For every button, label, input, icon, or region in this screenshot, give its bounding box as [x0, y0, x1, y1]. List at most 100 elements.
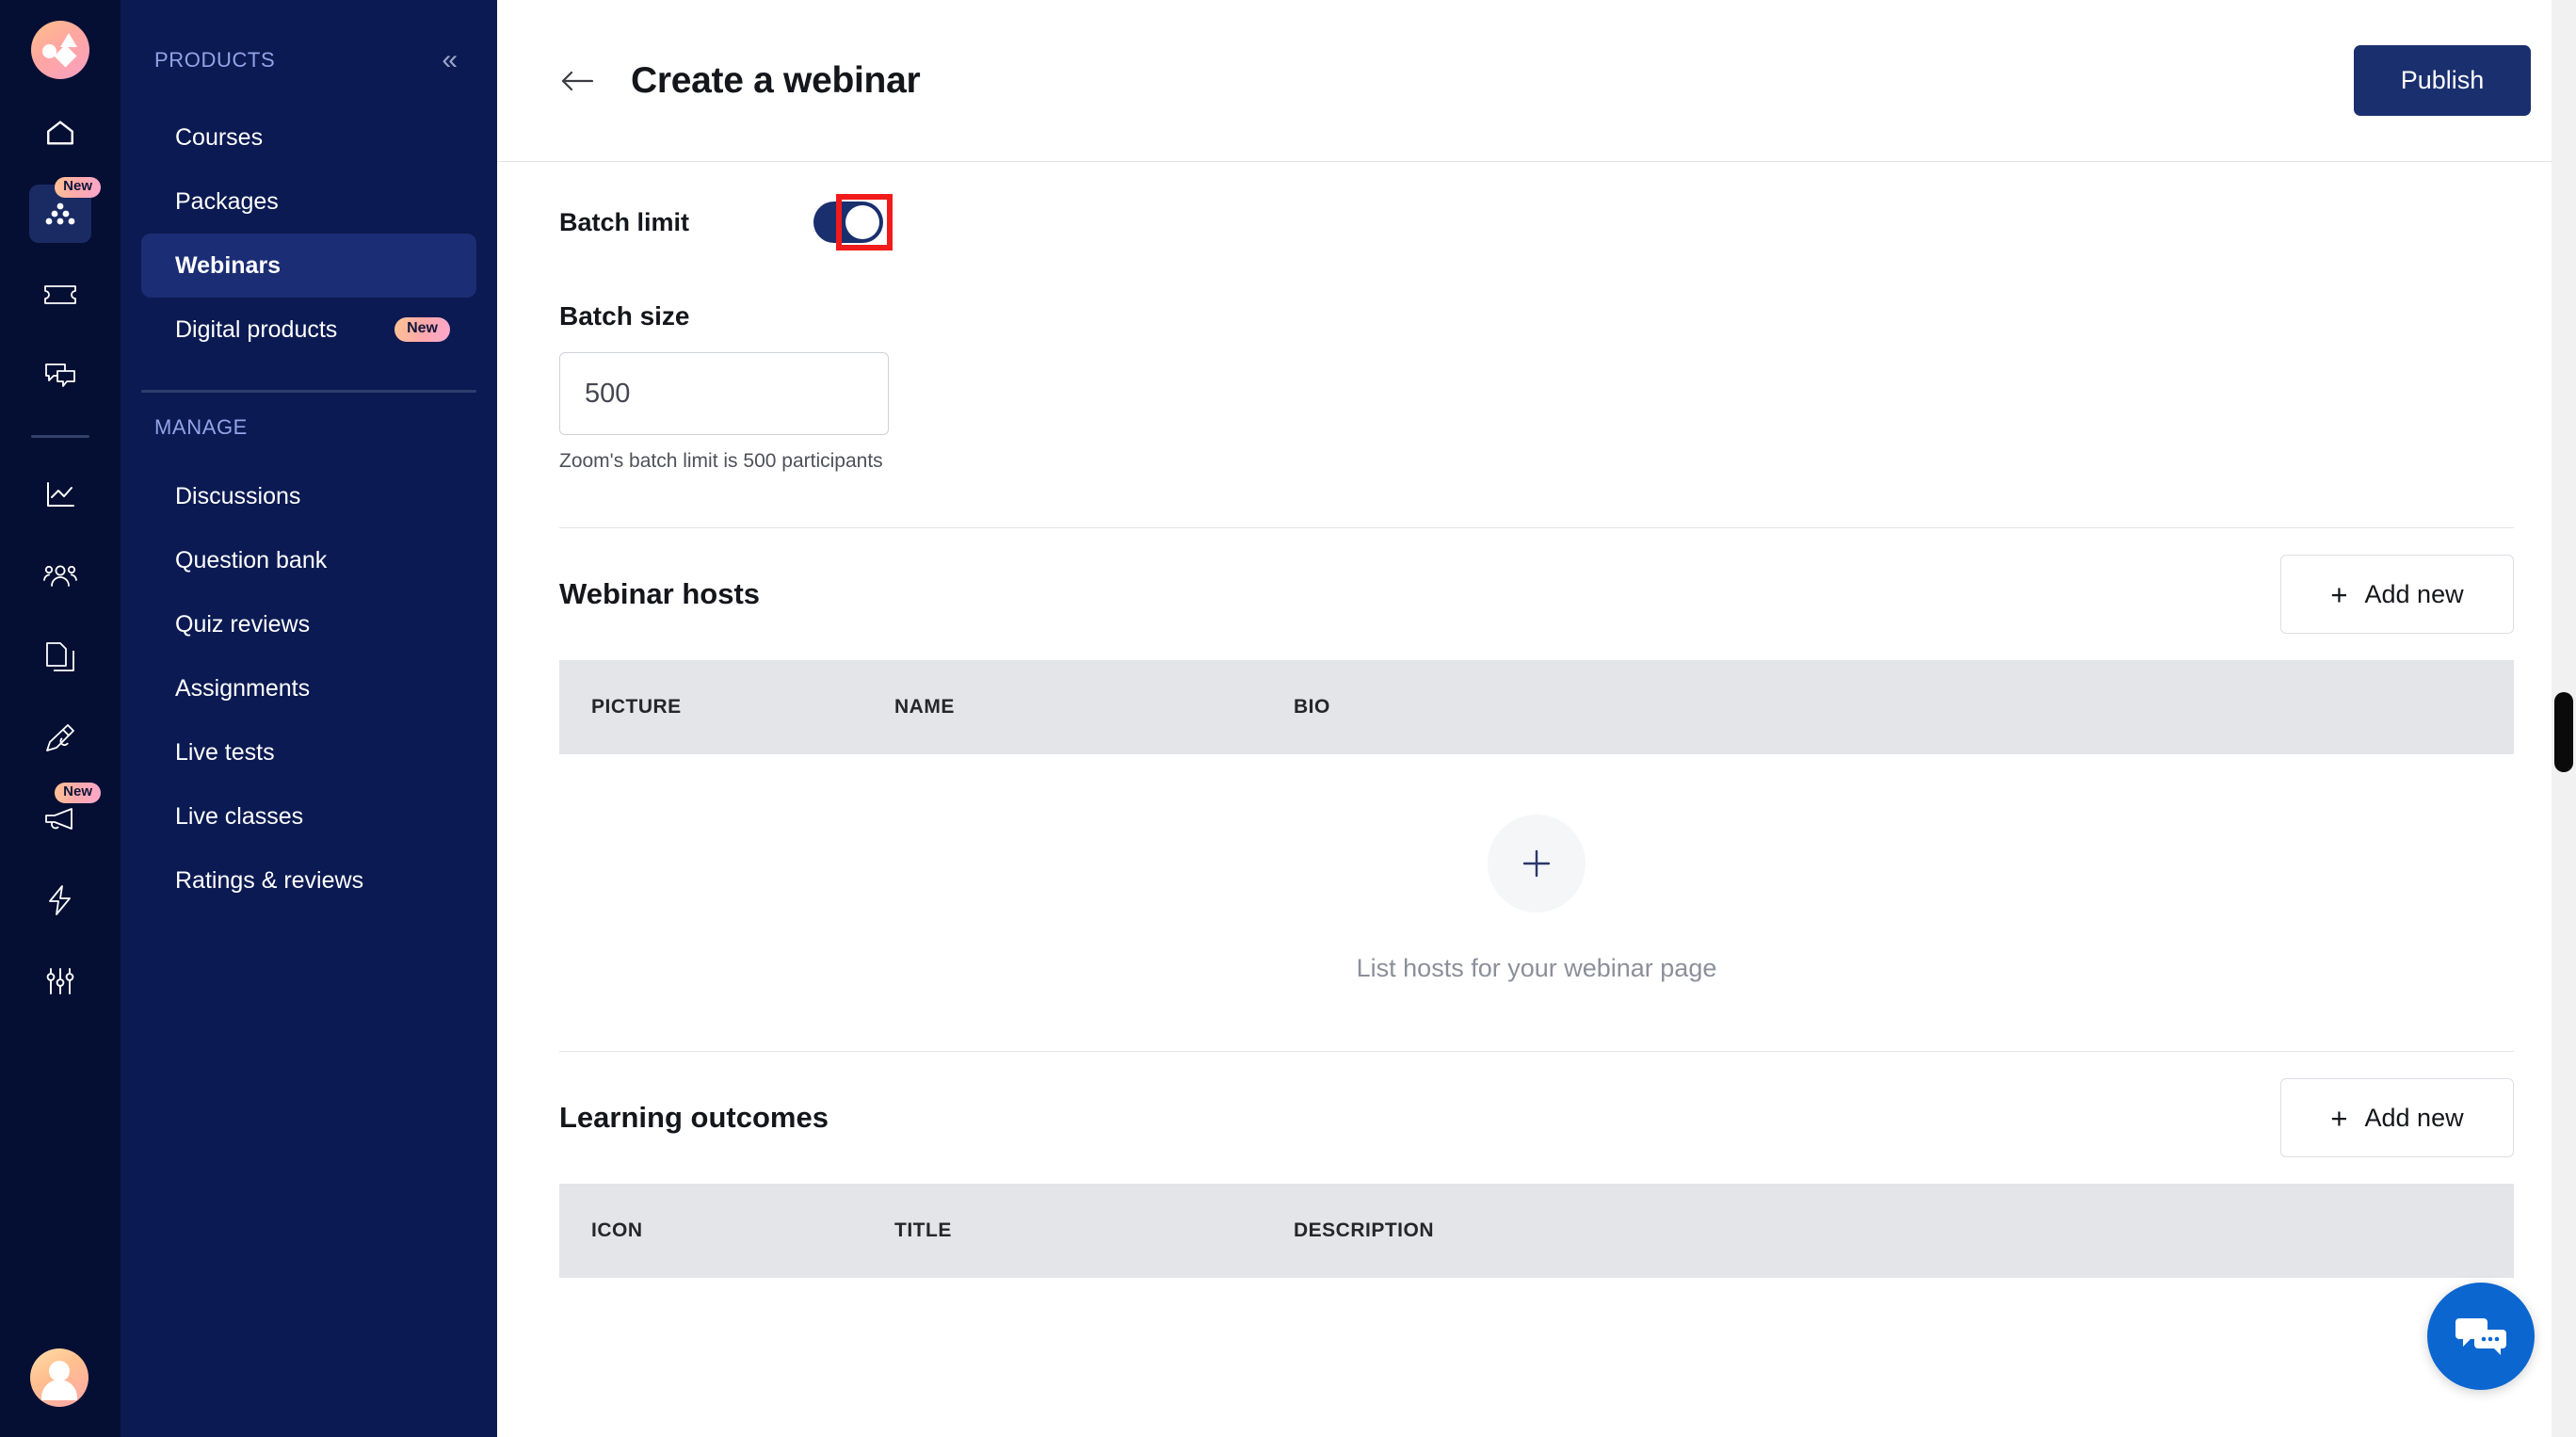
add-new-host-label: Add new [2364, 579, 2464, 608]
learning-outcomes-table-header: ICON TITLE DESCRIPTION [559, 1184, 2514, 1278]
rail-item-learners[interactable] [29, 547, 91, 605]
sidebar-item-label: Question bank [175, 546, 328, 573]
column-header-picture: PICTURE [591, 696, 682, 718]
rail-item-design[interactable] [29, 709, 91, 767]
webinar-hosts-empty-text: List hosts for your webinar page [1356, 954, 1717, 982]
rail-item-products[interactable]: New [29, 177, 101, 243]
page-header: Create a webinar Publish [497, 0, 2576, 162]
sidebar-products-list: Courses Packages Webinars Digital produc… [121, 105, 497, 362]
page-scrollbar-thumb[interactable] [2554, 692, 2573, 772]
rail-divider [31, 435, 89, 438]
sidebar-item-assignments[interactable]: Assignments [141, 656, 476, 720]
batch-limit-label: Batch limit [559, 207, 690, 236]
analytics-chart-icon [44, 480, 76, 510]
column-header-description: DESCRIPTION [1294, 1219, 1435, 1241]
lightning-bolt-icon [46, 884, 74, 916]
batch-limit-toggle-wrap [813, 194, 893, 250]
sidebar-item-label: Live classes [175, 802, 304, 830]
sidebar-item-courses[interactable]: Courses [141, 105, 476, 170]
avatar-body-shape [41, 1380, 77, 1400]
plus-icon: + [2330, 1101, 2348, 1135]
back-arrow-icon[interactable] [559, 67, 595, 95]
column-header-icon: ICON [591, 1219, 643, 1241]
batch-size-block: Batch size Zoom's batch limit is 500 par… [559, 301, 2514, 473]
logo-diamond-shape [54, 44, 77, 68]
rail-badge-new: New [55, 177, 101, 198]
sidebar-item-label: Courses [175, 123, 264, 151]
sidebar-manage-title: MANAGE [154, 415, 248, 439]
add-new-host-button[interactable]: + Add new [2280, 555, 2514, 634]
sidebar-item-live-classes[interactable]: Live classes [141, 784, 476, 848]
plus-icon: + [2330, 577, 2348, 611]
home-icon [44, 117, 76, 149]
ticket-icon [43, 283, 77, 307]
column-header-bio: BIO [1294, 696, 1330, 718]
sidebar-item-quiz-reviews[interactable]: Quiz reviews [141, 592, 476, 656]
sidebar-item-label: Discussions [175, 482, 301, 509]
sidebar-item-packages[interactable]: Packages [141, 170, 476, 234]
add-new-outcome-button[interactable]: + Add new [2280, 1078, 2514, 1157]
users-icon [43, 563, 77, 589]
rail-item-pages[interactable] [29, 628, 91, 686]
chat-support-button[interactable] [2427, 1283, 2535, 1390]
sidebar-item-label: Assignments [175, 674, 311, 702]
sidebar-item-label: Digital products [175, 315, 338, 343]
add-host-circle-button[interactable] [1488, 815, 1586, 912]
column-header-name: NAME [894, 696, 955, 718]
webinar-hosts-title: Webinar hosts [559, 577, 761, 610]
avatar-head-shape [49, 1361, 70, 1381]
sidebar-item-discussions[interactable]: Discussions [141, 464, 476, 528]
sidebar-item-live-tests[interactable]: Live tests [141, 720, 476, 784]
icon-rail: New New [0, 0, 121, 1437]
chat-support-icon [2455, 1318, 2506, 1355]
sidebar-item-label: Ratings & reviews [175, 866, 364, 894]
sliders-settings-icon [44, 966, 76, 996]
batch-size-label: Batch size [559, 301, 690, 331]
rail-item-automations[interactable] [29, 871, 91, 929]
rail-item-analytics[interactable] [29, 466, 91, 525]
app-root: New New PRODUCTS « Courses Packages Webi… [0, 0, 2576, 1437]
rail-item-settings[interactable] [29, 952, 91, 1010]
page-title: Create a webinar [631, 59, 921, 101]
column-header-title: TITLE [894, 1219, 952, 1241]
user-avatar[interactable] [30, 1348, 89, 1407]
batch-limit-toggle[interactable] [813, 202, 883, 243]
sidebar-nav: PRODUCTS « Courses Packages Webinars Dig… [121, 0, 497, 1437]
rail-item-tickets[interactable] [29, 266, 91, 324]
sidebar-badge-new: New [394, 317, 450, 342]
toggle-knob [845, 205, 879, 239]
page-header-left: Create a webinar [559, 59, 921, 102]
logo-triangle-shape [60, 33, 77, 47]
rail-item-marketing[interactable]: New [29, 783, 101, 848]
sidebar-item-question-bank[interactable]: Question bank [141, 528, 476, 592]
sidebar-divider [141, 390, 476, 393]
products-icon [44, 200, 76, 228]
page-scrollbar-track[interactable] [2552, 0, 2576, 1437]
learning-outcomes-title: Learning outcomes [559, 1101, 829, 1134]
sidebar-item-ratings-reviews[interactable]: Ratings & reviews [141, 848, 476, 912]
add-new-outcome-label: Add new [2364, 1103, 2464, 1132]
learning-outcomes-header: Learning outcomes + Add new [559, 1052, 2514, 1184]
chat-bubbles-icon [44, 362, 76, 390]
publish-button[interactable]: Publish [2354, 45, 2531, 116]
sidebar-item-label: Webinars [175, 251, 282, 279]
graphy-logo[interactable] [31, 21, 89, 79]
collapse-sidebar-icon[interactable]: « [442, 46, 458, 74]
form-content: Batch limit Batch size Zoom's batch limi… [497, 162, 2576, 1278]
batch-size-input[interactable] [559, 352, 889, 435]
sidebar-manage-list: Discussions Question bank Quiz reviews A… [121, 464, 497, 912]
sidebar-header: PRODUCTS « [121, 41, 497, 79]
rail-item-discussions[interactable] [29, 347, 91, 405]
megaphone-icon [43, 807, 77, 832]
webinar-hosts-empty-state: List hosts for your webinar page [559, 754, 2514, 1051]
pen-edit-icon [43, 722, 77, 754]
batch-size-helper-text: Zoom's batch limit is 500 participants [559, 450, 883, 472]
sidebar-products-title: PRODUCTS [154, 48, 276, 72]
sidebar-item-label: Packages [175, 187, 279, 215]
webinar-hosts-header: Webinar hosts + Add new [559, 528, 2514, 660]
sidebar-item-webinars[interactable]: Webinars [141, 234, 476, 298]
rail-item-home[interactable] [29, 104, 91, 162]
sidebar-item-label: Live tests [175, 738, 275, 766]
plus-icon [1522, 849, 1551, 878]
sidebar-item-digital-products[interactable]: Digital products New [141, 298, 476, 362]
